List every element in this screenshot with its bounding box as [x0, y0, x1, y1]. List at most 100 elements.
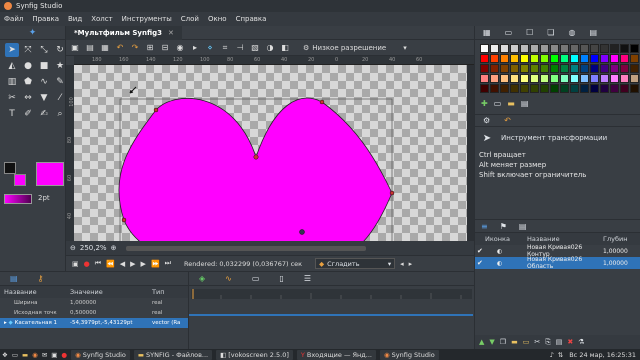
palette-swatch[interactable]: [510, 84, 519, 93]
curves-tab-icon[interactable]: ∿: [225, 274, 232, 283]
gradient-tool-icon[interactable]: ▥: [5, 75, 19, 89]
palette-swatch[interactable]: [550, 64, 559, 73]
folder-icon[interactable]: ▬: [22, 351, 28, 359]
palette-swatch[interactable]: [590, 44, 599, 53]
palette-swatch[interactable]: [610, 64, 619, 73]
canvas-meta-tab-icon[interactable]: ▭: [252, 274, 260, 283]
record-icon[interactable]: ●: [84, 260, 90, 268]
redo-icon[interactable]: ↷: [130, 43, 140, 53]
palette-swatch[interactable]: [530, 84, 539, 93]
menu-file[interactable]: Файл: [4, 15, 23, 23]
interpolation-dropdown[interactable]: ◆ Сгладить ▾: [315, 258, 396, 269]
taskbar-item[interactable]: ▬ SYNFIG - Файлов...: [133, 349, 213, 360]
guides-icon[interactable]: ⊟: [160, 43, 170, 53]
grid-icon[interactable]: ⊞: [145, 43, 155, 53]
document-tab[interactable]: *Мультфильм Synfig3 ✕: [66, 25, 182, 40]
vertical-scrollbar[interactable]: [467, 65, 474, 241]
palette-swatch[interactable]: [580, 84, 589, 93]
palette-swatch[interactable]: [590, 74, 599, 83]
palette-swatch[interactable]: [590, 54, 599, 63]
palette-swatch[interactable]: [510, 64, 519, 73]
layer-row[interactable]: ✔ ◐ Новая Кривая026 Область 1,00000: [475, 256, 640, 270]
palette-swatch[interactable]: [570, 84, 579, 93]
close-tab-icon[interactable]: ✕: [168, 29, 174, 37]
palette-swatch[interactable]: [540, 54, 549, 63]
params-tab-icon[interactable]: ▤: [10, 274, 18, 283]
history-tab-icon[interactable]: ↶: [504, 116, 511, 125]
mirror-tool-icon[interactable]: ◭: [5, 59, 19, 73]
toggle-ducks-icon[interactable]: ⋄: [205, 43, 215, 53]
raise-layer-icon[interactable]: ▲: [479, 338, 484, 346]
smooth-move-tool-icon[interactable]: ⤧: [21, 43, 35, 57]
layer-name[interactable]: Новая Кривая026 Область: [527, 256, 603, 270]
palette-swatch[interactable]: [620, 84, 629, 93]
palette-swatch[interactable]: [560, 44, 569, 53]
palette-swatch[interactable]: [480, 44, 489, 53]
vertex-handle[interactable]: [253, 154, 259, 160]
sound-tab-icon[interactable]: ▯: [279, 274, 283, 283]
palette-swatch[interactable]: [570, 64, 579, 73]
lock-future-icon[interactable]: ▸: [409, 260, 413, 268]
layer-filter-icon[interactable]: ⚗: [578, 338, 584, 346]
menu-canvas[interactable]: Холст: [91, 15, 112, 23]
sets-tab-icon[interactable]: ⚑: [500, 222, 507, 231]
fill-color-preview[interactable]: [36, 162, 64, 186]
save-palette-icon[interactable]: ▤: [521, 99, 529, 108]
sketch-tool-icon[interactable]: ✐: [21, 107, 35, 121]
vertex-handle[interactable]: [121, 217, 127, 223]
seek-begin-icon[interactable]: ⏮: [95, 259, 101, 268]
canvas-browser-tab-icon[interactable]: ◍: [568, 28, 575, 37]
palette-swatch[interactable]: [620, 64, 629, 73]
width-tool-icon[interactable]: ⇔: [21, 91, 35, 105]
app-menu-icon[interactable]: ❖: [2, 351, 8, 359]
fill-color-swatch[interactable]: [14, 174, 26, 186]
fill-tool-icon[interactable]: ▼: [37, 91, 51, 105]
network-icon[interactable]: ⇅: [558, 351, 563, 359]
layer-visible-checkbox[interactable]: ✔: [475, 247, 485, 255]
lock-past-icon[interactable]: ◂: [400, 260, 404, 268]
param-value[interactable]: -54,3979pt,-5,43129pt: [70, 320, 152, 326]
star-tool-icon[interactable]: ★: [53, 59, 67, 73]
palette-swatch[interactable]: [540, 44, 549, 53]
prev-frame-icon[interactable]: ◀: [120, 260, 125, 268]
palette-swatch[interactable]: [530, 74, 539, 83]
menu-layer[interactable]: Слой: [181, 15, 199, 23]
paste-layer-icon[interactable]: ▤: [556, 338, 563, 346]
palette-swatch[interactable]: [630, 84, 639, 93]
palette-swatch[interactable]: [550, 54, 559, 63]
heart-shape[interactable]: [118, 97, 393, 241]
palette-swatch[interactable]: [600, 44, 609, 53]
open-palette-icon[interactable]: ▭: [494, 99, 502, 108]
zoom-out-icon[interactable]: ⊖: [70, 244, 76, 252]
timetrack-tab-icon[interactable]: ◈: [199, 274, 205, 283]
scale-tool-icon[interactable]: ⤡: [37, 43, 51, 57]
quality-selector[interactable]: ⚙ Низкое разрешение ▾: [303, 44, 407, 52]
save-as-icon[interactable]: ▦: [100, 43, 110, 53]
palette-swatch[interactable]: [550, 84, 559, 93]
work-area-canvas[interactable]: [74, 65, 467, 241]
library-tab-icon[interactable]: ❏: [547, 28, 554, 37]
next-keyframe-icon[interactable]: ⏩: [151, 260, 160, 268]
timetrack-selected-row[interactable]: [189, 314, 473, 316]
play-icon[interactable]: ▶: [130, 260, 135, 268]
library-tab-icon[interactable]: ☰: [304, 274, 311, 283]
render-icon[interactable]: ◑: [265, 43, 275, 53]
circle-tool-icon[interactable]: ●: [21, 59, 35, 73]
palette-swatch[interactable]: [540, 84, 549, 93]
taskbar-item[interactable]: ◉ Synfig Studio: [380, 349, 439, 360]
palette-swatch[interactable]: [520, 84, 529, 93]
palette-swatch[interactable]: [490, 54, 499, 63]
snap-grid-icon[interactable]: ⌗: [220, 43, 230, 53]
text-tool-icon[interactable]: T: [5, 107, 19, 121]
taskbar-item[interactable]: ◉ Synfig Studio: [71, 349, 130, 360]
palette-swatch[interactable]: [480, 54, 489, 63]
undo-icon[interactable]: ↶: [115, 43, 125, 53]
palette-swatch[interactable]: [510, 54, 519, 63]
palette-swatch[interactable]: [590, 84, 599, 93]
palette-swatch[interactable]: [600, 74, 609, 83]
palette-swatch[interactable]: [510, 44, 519, 53]
folder-icon[interactable]: ▬: [507, 99, 515, 108]
encapsulate-icon[interactable]: ▬: [511, 338, 518, 346]
seek-end-icon[interactable]: ⏭: [165, 259, 171, 268]
menu-edit[interactable]: Правка: [32, 15, 59, 23]
